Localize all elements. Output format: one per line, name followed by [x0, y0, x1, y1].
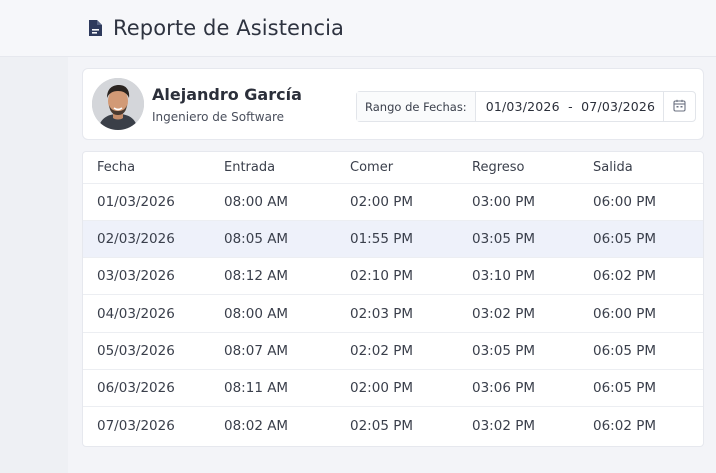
cell-fecha: 01/03/2026 [83, 183, 210, 221]
cell-fecha: 05/03/2026 [83, 332, 210, 370]
cell-regreso: 03:02 PM [458, 294, 579, 333]
table-header-row: Fecha Entrada Comer Regreso Salida [83, 152, 703, 184]
cell-regreso: 03:02 PM [472, 417, 535, 434]
cell-fecha: 02/03/2026 [83, 220, 210, 259]
cell-salida: 06:05 PM [579, 332, 703, 370]
page-title-wrap: Reporte de Asistencia [88, 16, 344, 40]
cell-salida: 06:02 PM [593, 417, 656, 434]
cell-entrada: 08:00 AM [210, 294, 336, 333]
header-bar: Reporte de Asistencia [0, 0, 716, 57]
cell-comer: 02:05 PM [350, 417, 413, 434]
cell-entrada: 08:12 AM [210, 257, 336, 296]
cell-regreso: 03:10 PM [458, 257, 579, 296]
cell-comer: 02:00 PM [336, 369, 458, 408]
left-sidebar [0, 57, 68, 473]
cell-comer: 02:00 PM [336, 183, 458, 221]
table-row[interactable]: 03/03/2026 08:12 AM 02:10 PM 03:10 PM 06… [83, 257, 703, 296]
cell-regreso: 03:06 PM [458, 369, 579, 408]
cell-entrada: 08:11 AM [210, 369, 336, 408]
cell-entrada: 08:05 AM [210, 220, 336, 259]
table-row[interactable]: 05/03/2026 08:07 AM 02:02 PM 03:05 PM 06… [83, 332, 703, 370]
date-range-value[interactable]: 01/03/2026 - 07/03/2026 [476, 92, 663, 121]
calendar-button[interactable] [663, 92, 695, 121]
document-icon [88, 19, 103, 37]
table-row[interactable]: 06/03/2026 08:11 AM 02:00 PM 03:06 PM 06… [83, 369, 703, 408]
page-title: Reporte de Asistencia [113, 16, 345, 40]
column-header-entrada[interactable]: Entrada [210, 152, 336, 184]
column-header-comer[interactable]: Comer [336, 152, 458, 184]
user-role: Ingeniero de Software [152, 110, 285, 124]
user-name: Alejandro García [152, 85, 302, 104]
cell-salida: 06:00 PM [579, 294, 703, 333]
calendar-icon [673, 97, 686, 116]
cell-salida: 06:02 PM [579, 257, 703, 296]
cell-comer: 02:03 PM [336, 294, 458, 333]
cell-entrada: 08:02 AM [224, 417, 289, 434]
column-header-fecha[interactable]: Fecha [83, 152, 210, 184]
avatar [92, 78, 144, 130]
table-row[interactable]: 02/03/2026 08:05 AM 01:55 PM 03:05 PM 06… [83, 220, 703, 259]
cell-regreso: 03:00 PM [458, 183, 579, 221]
table-row[interactable]: 01/03/2026 08:00 AM 02:00 PM 03:00 PM 06… [83, 183, 703, 221]
cell-comer: 01:55 PM [336, 220, 458, 259]
cell-salida: 06:00 PM [579, 183, 703, 221]
cell-entrada: 08:07 AM [210, 332, 336, 370]
cell-salida: 06:05 PM [579, 369, 703, 408]
date-range-picker[interactable]: Rango de Fechas: 01/03/2026 - 07/03/2026 [356, 91, 696, 122]
cell-fecha: 03/03/2026 [83, 257, 210, 296]
cell-regreso: 03:05 PM [458, 220, 579, 259]
column-header-regreso[interactable]: Regreso [458, 152, 579, 184]
cell-fecha: 07/03/2026 [97, 417, 175, 434]
date-range-label: Rango de Fechas: [357, 92, 476, 121]
cell-fecha: 04/03/2026 [83, 294, 210, 333]
cell-comer: 02:02 PM [336, 332, 458, 370]
column-header-salida[interactable]: Salida [579, 152, 703, 184]
cell-entrada: 08:00 AM [210, 183, 336, 221]
attendance-table-card: Fecha Entrada Comer Regreso Salida 01/03… [82, 151, 704, 447]
attendance-table: Fecha Entrada Comer Regreso Salida 01/03… [83, 152, 703, 444]
cell-comer: 02:10 PM [336, 257, 458, 296]
profile-card: Alejandro García Ingeniero de Software R… [82, 68, 704, 140]
table-row[interactable]: 07/03/2026 08:02 AM 02:05 PM 03:02 PM 06… [83, 407, 703, 444]
cell-regreso: 03:05 PM [458, 332, 579, 370]
cell-fecha: 06/03/2026 [83, 369, 210, 408]
cell-salida: 06:05 PM [579, 220, 703, 259]
table-row[interactable]: 04/03/2026 08:00 AM 02:03 PM 03:02 PM 06… [83, 294, 703, 333]
